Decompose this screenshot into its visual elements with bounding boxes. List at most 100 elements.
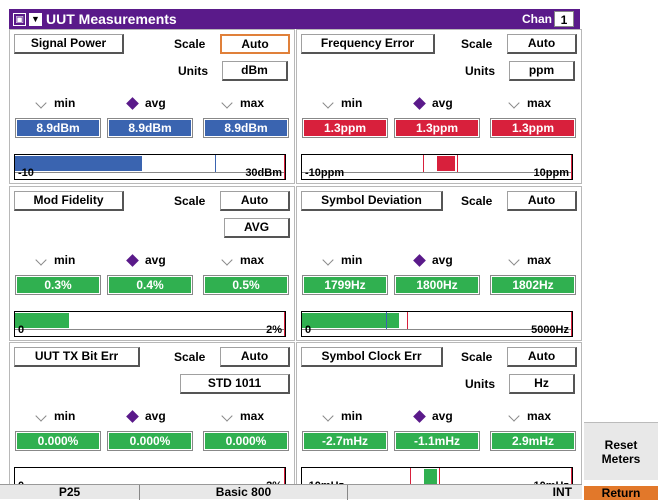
frequency-error-scale-label: Scale — [461, 37, 493, 51]
symbol-clock-err-min-value: -2.7mHz — [302, 431, 388, 451]
symbol-deviation-panel: Symbol Deviation Scale Auto min avg max 1799Hz… — [296, 186, 582, 341]
symbol-clock-err-max-option[interactable]: max — [509, 409, 551, 423]
mod-fidelity-scale-button[interactable]: Auto — [220, 191, 290, 211]
symbol-deviation-meter-fill — [302, 313, 400, 328]
symbol-deviation-min-option[interactable]: min — [323, 253, 362, 267]
uut-tx-bit-err-min-option[interactable]: min — [36, 409, 75, 423]
signal-power-avg-option[interactable]: avg — [126, 96, 166, 110]
radio-off-icon — [222, 99, 234, 107]
frequency-error-max-marker — [456, 155, 458, 172]
signal-power-measurement-button[interactable]: Signal Power — [14, 34, 124, 54]
radio-on-icon — [126, 409, 139, 423]
symbol-deviation-max-label: max — [527, 253, 552, 267]
frequency-error-max-option[interactable]: max — [509, 96, 551, 110]
frequency-error-max-label: max — [527, 96, 552, 110]
frequency-error-max-value: 1.3ppm — [490, 118, 576, 138]
symbol-deviation-max-value: 1802Hz — [490, 275, 576, 295]
symbol-clock-err-scale-label: Scale — [461, 350, 493, 364]
signal-power-meter-bar: -10 30dBm — [14, 154, 286, 180]
frequency-error-avg-label: avg — [432, 96, 453, 110]
symbol-clock-err-avg-label: avg — [432, 409, 453, 423]
mod-fidelity-measurement-button[interactable]: Mod Fidelity — [14, 191, 124, 211]
symbol-clock-err-max-value: 2.9mHz — [490, 431, 576, 451]
signal-power-range-low: -10 — [18, 167, 34, 179]
uut-tx-bit-err-avg-label: avg — [145, 409, 166, 423]
frequency-error-min-label: min — [341, 96, 363, 110]
mod-fidelity-avg-label: avg — [145, 253, 166, 267]
frequency-error-scale-button[interactable]: Auto — [507, 34, 577, 54]
symbol-deviation-range-high: 5000Hz — [531, 324, 569, 336]
signal-power-units-label: Units — [178, 64, 208, 78]
symbol-deviation-measurement-button[interactable]: Symbol Deviation — [301, 191, 443, 211]
radio-off-icon — [36, 256, 48, 264]
mod-fidelity-meter-bar: 0 2% — [14, 311, 286, 337]
reset-meters-label-1: Reset — [604, 437, 638, 452]
mod-fidelity-min-option[interactable]: min — [36, 253, 75, 267]
signal-power-min-option[interactable]: min — [36, 96, 75, 110]
radio-on-icon — [126, 96, 139, 110]
radio-off-icon — [509, 256, 521, 264]
symbol-clock-err-units-label: Units — [465, 377, 495, 391]
symbol-deviation-max-option[interactable]: max — [509, 253, 551, 267]
uut-tx-bit-err-measurement-button[interactable]: UUT TX Bit Err — [14, 347, 140, 367]
signal-power-units-button[interactable]: dBm — [222, 61, 288, 81]
frequency-error-min-marker — [423, 155, 424, 172]
window-title: UUT Measurements — [46, 11, 177, 27]
symbol-clock-err-avg-value: -1.1mHz — [394, 431, 480, 451]
mod-fidelity-avg-option[interactable]: avg — [126, 253, 166, 267]
reset-meters-label-2: Meters — [601, 451, 641, 466]
symbol-deviation-avg-value: 1800Hz — [394, 275, 480, 295]
reset-meters-button[interactable]: Reset Meters — [584, 422, 658, 480]
signal-power-max-option[interactable]: max — [222, 96, 264, 110]
symbol-clock-err-min-option[interactable]: min — [323, 409, 362, 423]
channel-label: Chan — [522, 12, 552, 26]
uut-tx-bit-err-scale-label: Scale — [174, 350, 206, 364]
screen: ▣ ▼ UUT Measurements Chan 1 Signal Power… — [0, 0, 660, 500]
radio-off-icon — [36, 412, 48, 420]
symbol-clock-err-scale-button[interactable]: Auto — [507, 347, 577, 367]
frequency-error-avg-value: 1.3ppm — [394, 118, 480, 138]
symbol-deviation-scale-button[interactable]: Auto — [507, 191, 577, 211]
dropdown-arrow-icon[interactable]: ▼ — [29, 12, 42, 26]
uut-tx-bit-err-scale-button[interactable]: Auto — [220, 347, 290, 367]
uut-tx-bit-err-min-value: 0.000% — [15, 431, 101, 451]
symbol-clock-err-min-label: min — [341, 409, 363, 423]
radio-on-icon — [126, 253, 139, 267]
frequency-error-meter-fill — [437, 156, 455, 171]
frequency-error-units-label: Units — [465, 64, 495, 78]
frequency-error-min-option[interactable]: min — [323, 96, 362, 110]
radio-off-icon — [222, 256, 234, 264]
symbol-deviation-meter-limit — [571, 312, 572, 336]
radio-off-icon — [323, 412, 335, 420]
symbol-deviation-min-value: 1799Hz — [302, 275, 388, 295]
mod-fidelity-mode-button[interactable]: AVG — [224, 218, 290, 238]
uut-tx-bit-err-max-label: max — [240, 409, 265, 423]
frequency-error-panel: Frequency Error Scale Auto Units ppm min avg ma… — [296, 29, 582, 184]
uut-tx-bit-err-mode-button[interactable]: STD 1011 — [180, 374, 290, 394]
title-bar: ▣ ▼ UUT Measurements Chan 1 — [9, 9, 580, 29]
frequency-error-measurement-button[interactable]: Frequency Error — [301, 34, 435, 54]
signal-power-min-value: 8.9dBm — [15, 118, 101, 138]
signal-power-range-high: 30dBm — [245, 167, 282, 179]
signal-power-scale-button[interactable]: Auto — [220, 34, 290, 54]
uut-tx-bit-err-max-option[interactable]: max — [222, 409, 264, 423]
mod-fidelity-max-option[interactable]: max — [222, 253, 264, 267]
signal-power-max-label: max — [240, 96, 265, 110]
symbol-clock-err-measurement-button[interactable]: Symbol Clock Err — [301, 347, 443, 367]
channel-field[interactable]: 1 — [554, 11, 574, 27]
symbol-clock-err-avg-option[interactable]: avg — [413, 409, 453, 423]
restore-icon[interactable]: ▣ — [13, 12, 26, 26]
signal-power-avg-label: avg — [145, 96, 166, 110]
mod-fidelity-meter-limit — [284, 312, 285, 336]
frequency-error-range-low: -10ppm — [305, 167, 345, 179]
symbol-deviation-avg-option[interactable]: avg — [413, 253, 453, 267]
return-button[interactable]: Return — [584, 486, 658, 500]
symbol-clock-err-meter-fill — [423, 469, 437, 484]
frequency-error-units-button[interactable]: ppm — [509, 61, 575, 81]
radio-off-icon — [323, 99, 335, 107]
symbol-clock-err-units-button[interactable]: Hz — [509, 374, 575, 394]
status-mode: P25 — [0, 485, 140, 500]
uut-tx-bit-err-avg-option[interactable]: avg — [126, 409, 166, 423]
radio-on-icon — [413, 96, 426, 110]
frequency-error-avg-option[interactable]: avg — [413, 96, 453, 110]
